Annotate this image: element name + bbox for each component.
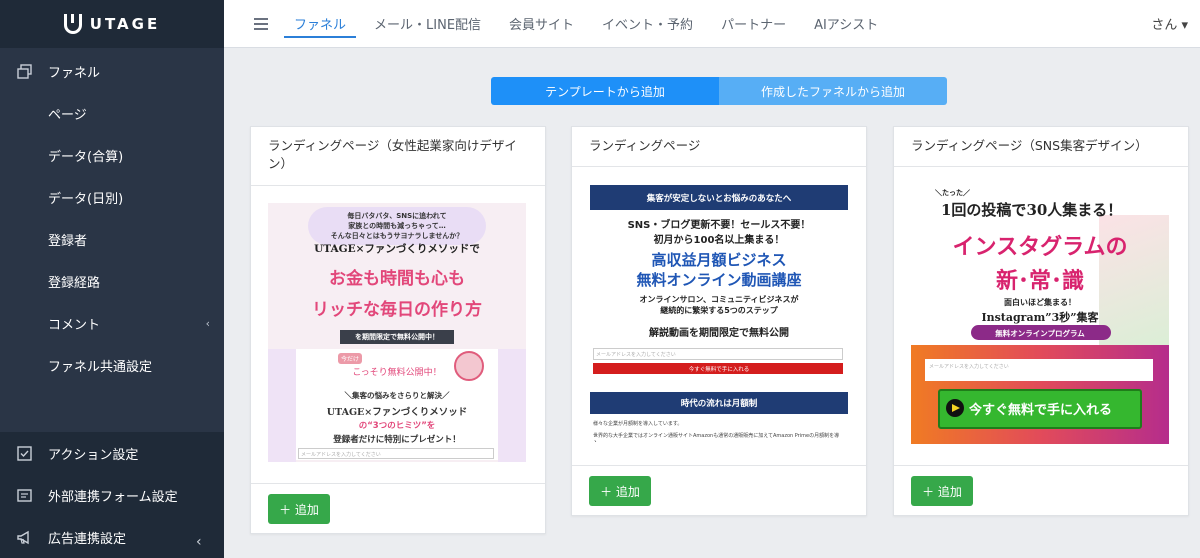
preview-text: 今だけ	[338, 353, 363, 364]
sidebar-item-label: ファネル	[48, 65, 101, 81]
sidebar-item-label: ファネル共通設定	[48, 359, 153, 375]
sidebar: UTAGE ファネル ページ データ(合算) データ(日別) 登録者 登録経路 …	[0, 0, 224, 558]
preview-text: オンラインサロン、コミュニティビジネスが	[639, 295, 799, 304]
brand-logo[interactable]: UTAGE	[0, 0, 224, 48]
sidebar-item-ad-integration[interactable]: 広告連携設定	[0, 516, 224, 558]
preview-text: 時代の流れは月額制	[680, 399, 758, 409]
preview-text: ＼集客の悩みをさらりと解決／	[344, 391, 450, 400]
add-template-button[interactable]: ＋ 追加	[911, 476, 973, 506]
preview-text: リッチな毎日の作り方	[312, 300, 482, 320]
card-title: ランディングページ	[572, 127, 866, 167]
preview-text: そんな日々とはもうサヨナラしませんか？	[330, 232, 464, 240]
tab-partner[interactable]: パートナー	[721, 0, 786, 48]
template-card: ランディングページ（女性起業家向けデザイン） 毎日バタバタ、SNSに追われて 家…	[250, 126, 546, 534]
add-from-template-button[interactable]: テンプレートから追加	[491, 77, 719, 105]
preview-text: 初月から100名以上集まる！	[653, 235, 785, 246]
add-from-created-funnel-button[interactable]: 作成したファネルから追加	[719, 77, 947, 105]
card-title: ランディングページ（女性起業家向けデザイン）	[251, 127, 545, 186]
card-footer: ＋ 追加	[894, 465, 1188, 517]
sidebar-item-label: コメント	[48, 317, 101, 333]
preview-text: 継続的に繁栄する5つのステップ	[660, 306, 778, 315]
preview-text: お金も時間も心も	[329, 269, 465, 289]
preview-text: UTAGE×ファンづくりメソッド	[326, 407, 468, 418]
brand-name: UTAGE	[89, 15, 161, 33]
preview-text: 無料オンラインプログラム	[995, 329, 1085, 338]
hamburger-menu-icon[interactable]	[254, 15, 268, 33]
tab-mail-line[interactable]: メール・LINE配信	[374, 0, 481, 48]
sidebar-item-label: データ(日別)	[48, 191, 124, 207]
preview-text: ＼たった／	[935, 189, 970, 197]
sidebar-item-registration-route[interactable]: 登録経路	[0, 260, 224, 302]
preview-email-field: メールアドレスを入力してください	[593, 348, 843, 360]
chevron-left-icon: ‹	[205, 316, 210, 330]
preview-text: Instagram”3秒”集客	[981, 311, 1099, 324]
sidebar-item-label: 登録者	[48, 233, 88, 249]
sidebar-item-label: 広告連携設定	[48, 531, 127, 547]
preview-email-field: メールアドレスを入力してください	[925, 359, 1153, 381]
top-navbar: ファネル メール・LINE配信 会員サイト イベント・予約 パートナー AIアシ…	[224, 0, 1200, 48]
collapse-sidebar-icon[interactable]: ‹	[196, 534, 202, 550]
preview-text: の“3つのヒミツ”を	[358, 421, 436, 431]
megaphone-icon	[17, 530, 29, 545]
card-title: ランディングページ（SNS集客デザイン）	[894, 127, 1188, 167]
utage-logo-icon	[63, 14, 82, 34]
preview-text: 世界的な大手企業ではオンライン通販サイトAmazonも通常の通販販売に加えてAm…	[593, 433, 840, 442]
funnel-pages-icon	[17, 64, 32, 79]
template-preview[interactable]: ＼たった／ 1回の投稿で30人集まる！ インスタグラムの 新･常･識 面白いほど…	[911, 185, 1169, 444]
sidebar-item-label: 登録経路	[48, 275, 101, 291]
preview-text: 毎日バタバタ、SNSに追われて	[347, 212, 447, 220]
card-footer: ＋ 追加	[251, 483, 545, 535]
preview-text: 解説動画を期間限定で無料公開	[649, 328, 789, 339]
preview-text: SNS・ブログ更新不要！セールス不要！	[627, 220, 811, 231]
sidebar-funnel-group: ファネル ページ データ(合算) データ(日別) 登録者 登録経路 コメント ‹ …	[0, 48, 224, 432]
preview-text: こっそり無料公開中！	[352, 368, 442, 378]
sidebar-item-funnel-settings[interactable]: ファネル共通設定	[0, 344, 224, 386]
tab-member-site[interactable]: 会員サイト	[509, 0, 574, 48]
preview-text: UTAGE×ファンづくりメソッドで	[314, 243, 480, 255]
template-card: ランディングページ（SNS集客デザイン） ＼たった／ 1回の投稿で30人集まる！…	[893, 126, 1189, 516]
sidebar-item-comments[interactable]: コメント ‹	[0, 302, 224, 344]
add-template-button[interactable]: ＋ 追加	[589, 476, 651, 506]
template-preview[interactable]: 毎日バタバタ、SNSに追われて 家族との時間も減っちゃって… そんな日々とはもう…	[268, 203, 526, 462]
sidebar-item-data-daily[interactable]: データ(日別)	[0, 176, 224, 218]
tab-funnel[interactable]: ファネル	[283, 0, 357, 48]
tab-ai-assist[interactable]: AIアシスト	[814, 0, 878, 48]
preview-text: 家族との時間も減っちゃって…	[348, 222, 446, 230]
sidebar-item-label: ページ	[48, 107, 87, 123]
preview-text: 1回の投稿で30人集まる！	[941, 201, 1123, 219]
sidebar-item-registrants[interactable]: 登録者	[0, 218, 224, 260]
sidebar-item-funnel[interactable]: ファネル	[0, 50, 224, 92]
sidebar-item-external-form[interactable]: 外部連携フォーム設定	[0, 474, 224, 516]
sidebar-item-pages[interactable]: ページ	[0, 92, 224, 134]
checkbox-icon	[17, 446, 32, 461]
card-footer: ＋ 追加	[572, 465, 866, 517]
tab-events[interactable]: イベント・予約	[602, 0, 693, 48]
preview-text: を期間限定で無料公開中！	[355, 333, 439, 341]
sidebar-item-label: アクション設定	[48, 447, 139, 463]
preview-text: 新･常･識	[995, 268, 1084, 294]
preview-text: 面白いほど集まる！	[1004, 298, 1076, 307]
preview-text: 今すぐ無料で手に入れる	[688, 367, 750, 373]
template-preview[interactable]: 集客が安定しないとお悩みのあなたへ SNS・ブログ更新不要！セールス不要！ 初月…	[590, 185, 848, 442]
template-card: ランディングページ 集客が安定しないとお悩みのあなたへ SNS・ブログ更新不要！…	[571, 126, 867, 516]
preview-text: 様々な企業が月額制を導入しています。	[593, 421, 683, 427]
preview-text: インスタグラムの	[952, 234, 1128, 260]
sidebar-item-label: 外部連携フォーム設定	[48, 489, 178, 505]
user-menu[interactable]: さん ▾	[1151, 14, 1188, 33]
form-icon	[17, 489, 32, 502]
preview-email-field: メールアドレスを入力してください	[298, 448, 494, 459]
preview-text: 高収益月額ビジネス	[651, 251, 787, 269]
add-source-toggle: テンプレートから追加 作成したファネルから追加	[491, 77, 947, 105]
preview-text: 無料オンライン動画講座	[636, 271, 802, 289]
preview-text: 登録者だけに特別にプレゼント！	[333, 435, 461, 445]
sidebar-settings-group: アクション設定 外部連携フォーム設定 広告連携設定	[0, 432, 224, 558]
sidebar-item-action-settings[interactable]: アクション設定	[0, 432, 224, 474]
preview-text: 集客が安定しないとお悩みのあなたへ	[646, 194, 792, 204]
sidebar-item-data-total[interactable]: データ(合算)	[0, 134, 224, 176]
add-template-button[interactable]: ＋ 追加	[268, 494, 330, 524]
sidebar-item-label: データ(合算)	[48, 149, 124, 165]
preview-text: 今すぐ無料で手に入れる	[969, 403, 1113, 418]
